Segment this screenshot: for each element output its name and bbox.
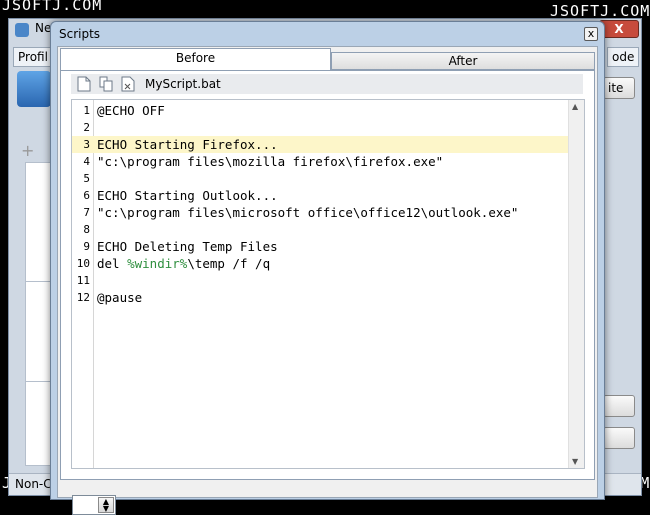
pause-label: seconds pause until continuing with netw… [122,499,429,513]
background-window-title: Ne [35,21,52,35]
line-number: 2 [83,121,90,134]
code-text: ECHO Starting Outlook... [97,188,278,203]
code-line[interactable]: 1 @ECHO OFF [72,102,572,119]
code-lines: 1 @ECHO OFF 2 3 ECHO Starting Firefox... 4 "c:… [72,102,572,306]
code-text: @ECHO OFF [97,103,165,118]
code-line[interactable]: 9 ECHO Deleting Temp Files [72,238,572,255]
background-close-button[interactable]: X [599,20,639,38]
scripts-dialog: Scripts x Before After MyScript.bat 1 @EC… [50,21,605,515]
code-line[interactable]: 3 ECHO Starting Firefox... [72,136,572,153]
background-button-2[interactable] [603,427,635,449]
code-line[interactable]: 5 [72,170,572,187]
line-number: 10 [76,257,90,270]
code-line[interactable]: 12 @pause [72,289,572,306]
code-line[interactable]: 10 del %windir%\temp /f /q [72,255,572,272]
background-button-1[interactable] [603,395,635,417]
app-icon [15,23,29,37]
code-text-part: del [97,256,128,271]
code-text: "c:\program files\microsoft office\offic… [97,205,519,220]
profile-icon [17,71,51,107]
pause-seconds-input[interactable]: ▲ ▼ [72,495,116,515]
line-number: 3 [83,138,90,151]
add-icon[interactable]: + [21,141,34,160]
script-toolbar: MyScript.bat [71,74,583,94]
write-button[interactable]: ite [603,77,635,99]
script-editor[interactable]: 1 @ECHO OFF 2 3 ECHO Starting Firefox... 4 "c:… [71,99,585,469]
status-text: Non-C [15,477,52,491]
scroll-up-arrow-icon[interactable]: ▲ [572,102,578,111]
vertical-scrollbar[interactable]: ▲ ▼ [568,100,584,468]
bat-file-icon [121,76,135,92]
copy-icon[interactable] [99,76,113,92]
watermark-top-left: JSOFTJ.COM [2,0,103,14]
line-number: 8 [83,223,90,236]
code-text: "c:\program files\mozilla firefox\firefo… [97,154,444,169]
code-text-part: \temp /f /q [187,256,271,271]
code-text: del %windir%\temp /f /q [97,255,270,272]
code-text: ECHO Deleting Temp Files [97,239,278,254]
code-text: @pause [97,290,143,305]
code-text: ECHO Starting Firefox... [97,137,278,152]
environment-variable: %windir% [127,256,188,271]
tab-profile[interactable]: Profil [13,47,53,67]
line-number: 9 [83,240,90,253]
line-number: 5 [83,172,90,185]
tab-mode[interactable]: ode [607,47,640,67]
line-number: 11 [76,274,90,287]
code-line[interactable]: 2 [72,119,572,136]
dialog-body: Before After MyScript.bat 1 @ECHO OFF 2 3 EC… [57,46,598,515]
code-line[interactable]: 4 "c:\program files\mozilla firefox\firef… [72,153,572,170]
script-panel: MyScript.bat 1 @ECHO OFF 2 3 ECHO Starting F… [60,70,595,480]
script-filename: MyScript.bat [145,77,221,91]
spinner-arrows-icon[interactable]: ▲ ▼ [98,497,114,513]
line-number: 1 [83,104,90,117]
code-line[interactable]: 11 [72,272,572,289]
code-line[interactable]: 6 ECHO Starting Outlook... [72,187,572,204]
code-line[interactable]: 8 [72,221,572,238]
dialog-close-button[interactable]: x [584,27,598,41]
tab-before[interactable]: Before [60,48,331,70]
scroll-down-arrow-icon[interactable]: ▼ [572,457,578,466]
tab-after[interactable]: After [331,52,595,70]
line-number: 4 [83,155,90,168]
dialog-title: Scripts [59,27,101,41]
new-file-icon[interactable] [77,76,91,92]
line-number: 7 [83,206,90,219]
line-number: 12 [76,291,90,304]
code-line[interactable]: 7 "c:\program files\microsoft office\offi… [72,204,572,221]
line-number: 6 [83,189,90,202]
